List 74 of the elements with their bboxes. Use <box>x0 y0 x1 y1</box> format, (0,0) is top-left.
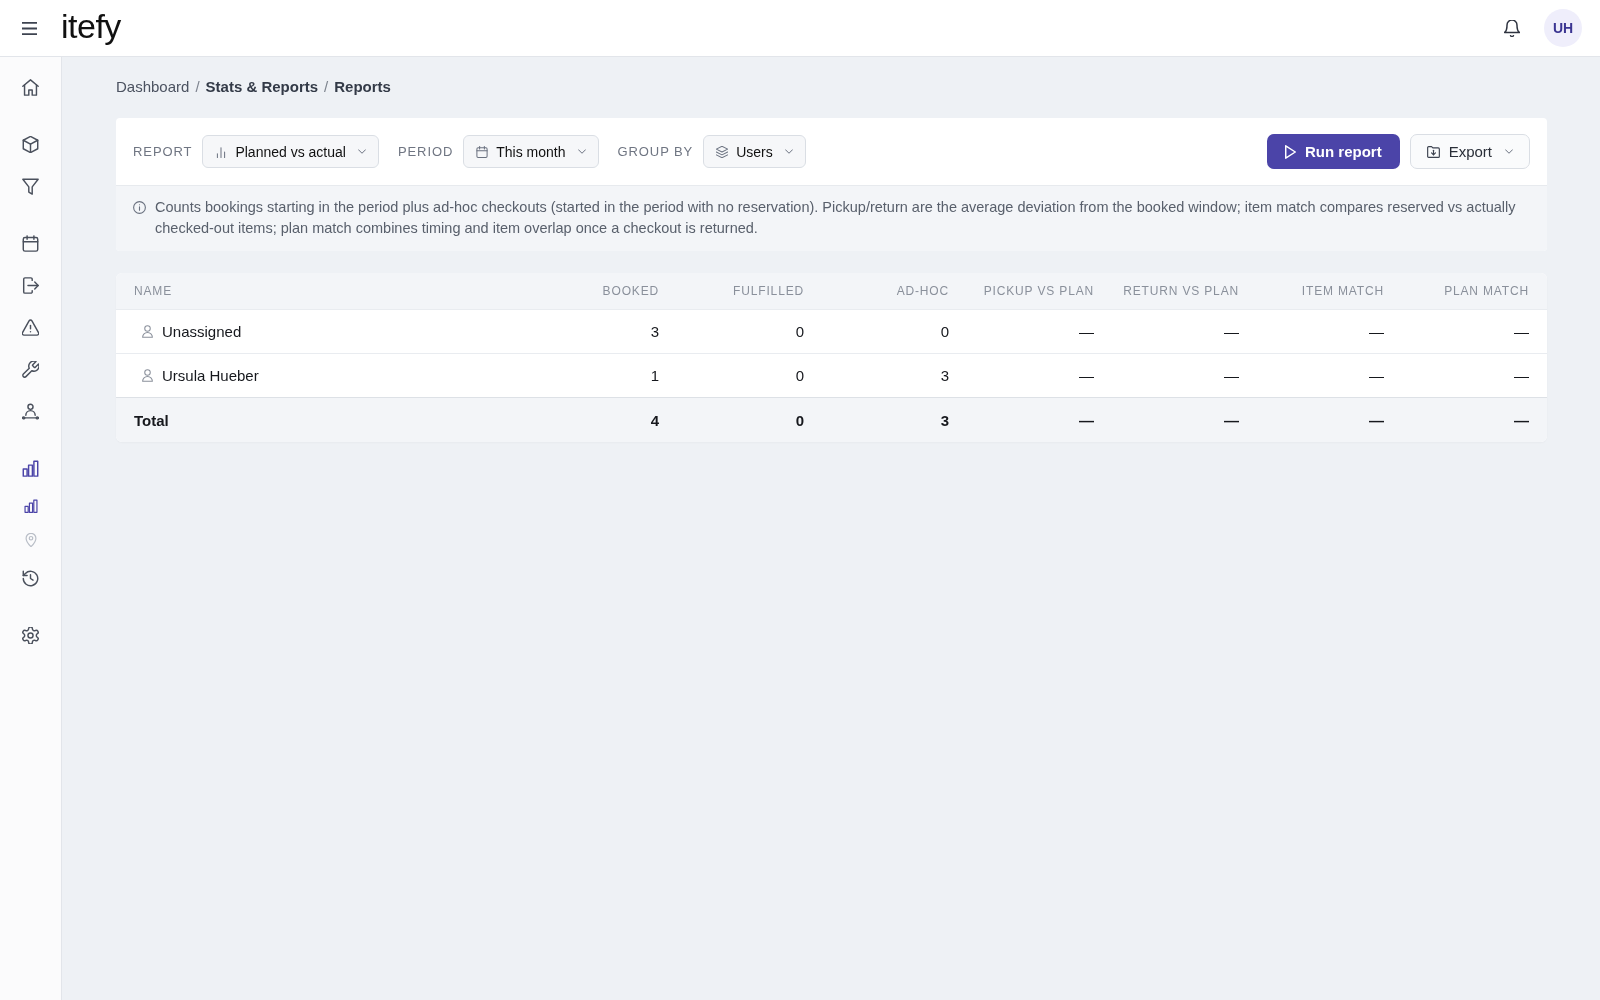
history-icon[interactable] <box>22 569 39 587</box>
table-cell: — <box>1369 323 1384 340</box>
exit-icon[interactable] <box>22 276 39 294</box>
avatar-button[interactable]: UH <box>1544 9 1582 47</box>
table-cell: 0 <box>795 367 804 384</box>
dropdown-button[interactable]: Users <box>703 135 806 168</box>
bell-icon[interactable] <box>1504 19 1520 37</box>
table-cell: 1 <box>650 367 659 384</box>
info-icon <box>133 201 146 214</box>
filter-label: REPORT <box>133 144 193 159</box>
table-cell: — <box>1079 323 1094 340</box>
total-cell: 4 <box>650 411 659 429</box>
bar-chart-icon <box>215 145 228 158</box>
export-button[interactable]: Export <box>1409 134 1530 169</box>
total-cell: — <box>1369 411 1384 429</box>
calendar-icon[interactable] <box>22 234 39 252</box>
table-cell: 3 <box>940 367 949 384</box>
warning-icon[interactable] <box>22 318 39 336</box>
total-cell: 0 <box>795 411 804 429</box>
table-cell: — <box>1369 367 1384 384</box>
table-cell: 0 <box>940 323 949 340</box>
layers-icon <box>716 145 729 158</box>
breadcrumb-link[interactable]: Stats & Reports <box>205 77 319 97</box>
column-header: NAME <box>134 284 173 298</box>
wrench-icon[interactable] <box>22 360 39 378</box>
chevron-down-icon <box>1505 149 1513 154</box>
column-header: RETURN VS PLAN <box>1123 284 1239 298</box>
info-text: Counts bookings starting in the period plus ad-hoc checkouts (started in the period with no reservation). Pickup/return are the average deviation from the booked window; item match compares reserved vs actually checked-out items; plan match combines timing and item overlap once a checkout is returned. <box>155 198 1517 238</box>
column-header: PLAN MATCH <box>1444 284 1529 298</box>
person-network-icon[interactable] <box>22 402 39 420</box>
table-cell: — <box>1224 323 1239 340</box>
filter-label: GROUP BY <box>617 144 694 159</box>
user-icon <box>142 325 153 338</box>
table-cell: — <box>1514 367 1529 384</box>
breadcrumb-link[interactable]: Dashboard <box>116 77 190 97</box>
logo: itefy <box>61 9 121 47</box>
column-header: AD-HOC <box>896 284 949 298</box>
dropdown-button[interactable]: Planned vs actual <box>202 135 379 168</box>
chevron-down-icon <box>784 149 793 154</box>
table-cell: — <box>1514 323 1529 340</box>
dropdown-button[interactable]: This month <box>463 135 599 168</box>
total-cell: — <box>1514 411 1529 429</box>
chevron-down-icon <box>577 149 586 154</box>
user-icon <box>142 369 153 382</box>
bar-chart-icon[interactable] <box>23 499 38 513</box>
breadcrumb-separator: / <box>195 77 200 97</box>
breadcrumb-separator: / <box>324 77 329 97</box>
user-name: Ursula Hueber <box>162 367 259 384</box>
total-cell: 3 <box>940 411 949 429</box>
bar-chart-icon[interactable] <box>22 459 39 477</box>
column-header: FULFILLED <box>733 284 804 298</box>
menu-icon[interactable] <box>22 21 37 35</box>
column-header: BOOKED <box>602 284 659 298</box>
column-header: ITEM MATCH <box>1301 284 1384 298</box>
table-cell: 0 <box>795 323 804 340</box>
home-icon[interactable] <box>22 78 39 96</box>
run-report-button[interactable]: Run report <box>1266 134 1400 169</box>
total-label: Total <box>134 411 169 429</box>
chevron-down-icon <box>357 149 366 154</box>
settings-icon[interactable] <box>22 626 39 644</box>
filter-label: PERIOD <box>397 144 454 159</box>
cube-icon[interactable] <box>22 135 39 153</box>
folder-icon <box>1426 145 1440 158</box>
table-cell: — <box>1224 367 1239 384</box>
breadcrumb-current: Reports <box>334 77 391 97</box>
user-name: Unassigned <box>162 323 242 340</box>
play-icon <box>1284 144 1296 159</box>
filter-icon[interactable] <box>22 177 39 195</box>
table-cell: — <box>1079 367 1094 384</box>
calendar-icon <box>476 145 489 158</box>
table-cell: 3 <box>650 323 659 340</box>
total-cell: — <box>1224 411 1239 429</box>
total-cell: — <box>1079 411 1094 429</box>
column-header: PICKUP VS PLAN <box>983 284 1094 298</box>
